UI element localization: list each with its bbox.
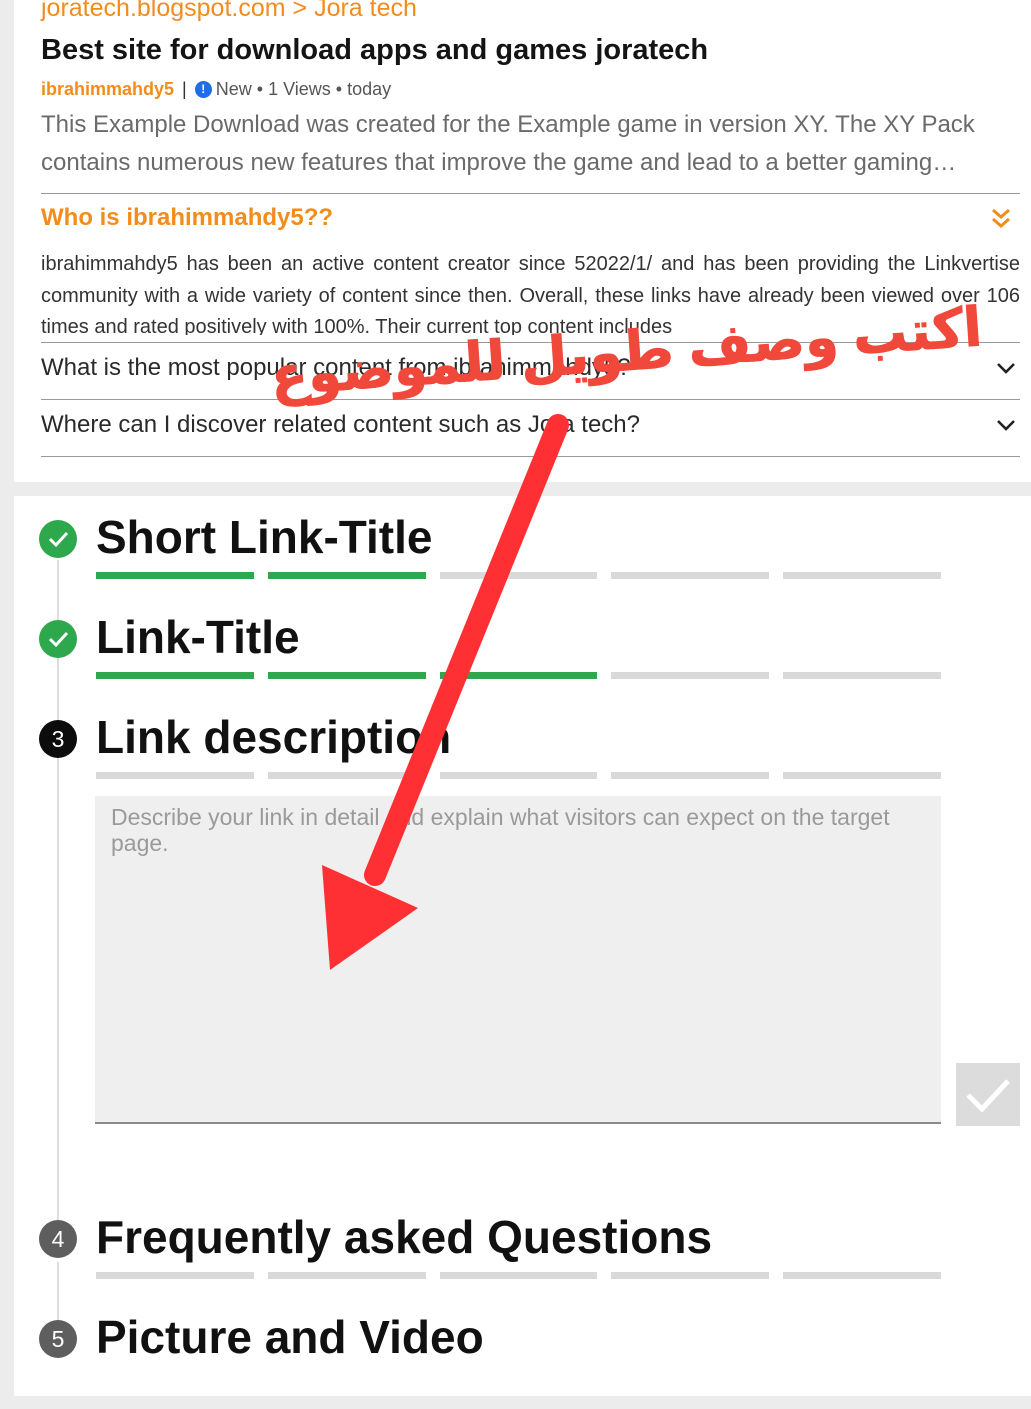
double-chevron-down-icon[interactable]: [988, 206, 1014, 232]
progress-segment: [439, 672, 598, 679]
progress-segment: [267, 1272, 426, 1279]
about-author-heading[interactable]: Who is ibrahimmahdy5??: [41, 204, 333, 232]
progress-segment: [96, 1272, 254, 1279]
status-label: New: [215, 79, 252, 99]
link-title: Best site for download apps and games jo…: [41, 34, 709, 66]
progress-segment: [783, 672, 941, 679]
step-progress: [96, 1272, 941, 1279]
step-progress: [96, 772, 941, 779]
check-icon: [966, 1079, 1010, 1113]
progress-segment: [611, 772, 770, 779]
verified-icon: !: [194, 81, 212, 98]
publish-time: today: [347, 79, 392, 99]
chevron-down-icon: [997, 363, 1015, 374]
progress-segment: [611, 572, 770, 579]
link-description-textarea[interactable]: [95, 796, 941, 1124]
breadcrumb[interactable]: joratech.blogspot.com > Jora tech: [41, 0, 417, 23]
progress-segment: [611, 672, 770, 679]
faq-question: Where can I discover related content suc…: [41, 411, 640, 438]
step-title-description[interactable]: Link description: [96, 710, 451, 764]
step-title-link[interactable]: Link-Title: [96, 610, 300, 664]
meta-dot: •: [330, 79, 348, 99]
step-number: 3: [39, 720, 77, 758]
progress-segment: [267, 772, 426, 779]
link-description-preview: This Example Download was created for th…: [41, 111, 975, 176]
step-timeline: [57, 1262, 59, 1322]
step-complete-icon: [39, 520, 77, 558]
divider: [41, 456, 1020, 457]
step-title-faq[interactable]: Frequently asked Questions: [96, 1210, 712, 1264]
step-complete-icon: [39, 620, 77, 658]
author-name[interactable]: ibrahimmahdy5: [41, 79, 174, 100]
chevron-down-icon: [997, 420, 1015, 431]
progress-segment: [267, 572, 426, 579]
progress-segment: [96, 672, 254, 679]
progress-segment: [783, 772, 941, 779]
progress-segment: [96, 572, 254, 579]
meta-separator: |: [182, 79, 187, 99]
views-count: 1 Views: [268, 79, 331, 99]
link-meta: ibrahimmahdy5 | ! New • 1 Views • today: [41, 79, 391, 100]
progress-segment: [439, 572, 598, 579]
step-progress: [96, 672, 941, 679]
step-title-media[interactable]: Picture and Video: [96, 1310, 484, 1364]
progress-segment: [267, 672, 426, 679]
progress-segment: [96, 772, 254, 779]
progress-segment: [783, 1272, 941, 1279]
step-progress: [96, 572, 941, 579]
confirm-button[interactable]: [956, 1063, 1020, 1126]
progress-segment: [439, 772, 598, 779]
step-number: 4: [39, 1220, 77, 1258]
faq-item[interactable]: Where can I discover related content suc…: [41, 397, 1020, 453]
step-number: 5: [39, 1320, 77, 1358]
progress-segment: [783, 572, 941, 579]
step-title-short-link[interactable]: Short Link-Title: [96, 510, 433, 564]
meta-dot: •: [251, 79, 269, 99]
step-timeline: [57, 560, 59, 1220]
progress-segment: [611, 1272, 770, 1279]
divider: [41, 193, 1020, 194]
progress-segment: [439, 1272, 598, 1279]
